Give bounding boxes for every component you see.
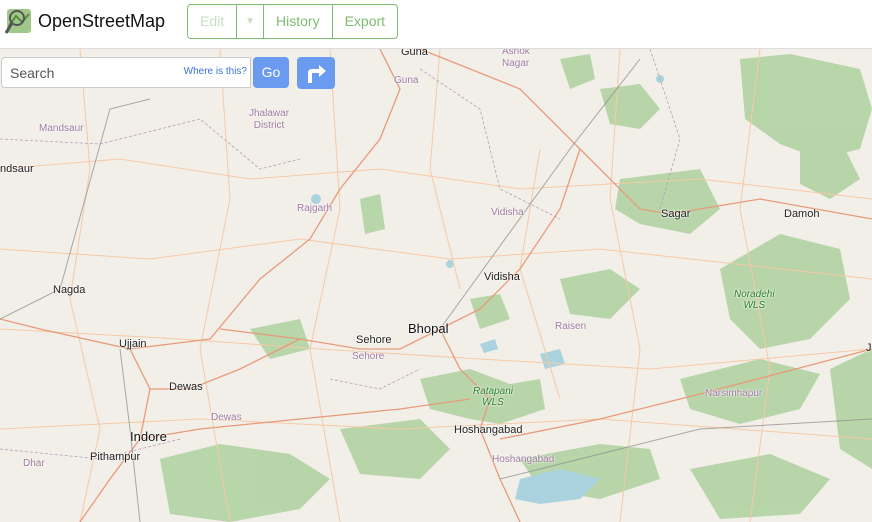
map-label-vidisha-district: Vidisha [491, 207, 524, 218]
edit-dropdown-chevron-icon[interactable]: ▼ [237, 5, 265, 38]
map-label-indore: Indore [130, 429, 167, 444]
map-label-ashok-nagar: Ashok Nagar [502, 49, 530, 69]
nav-button-group: Edit ▼ History Export [187, 4, 399, 39]
map-label-guna: Guna [401, 49, 428, 58]
directions-button[interactable] [297, 57, 335, 89]
map-label-vidisha: Vidisha [484, 271, 520, 283]
edit-button[interactable]: Edit [188, 5, 238, 38]
map-label-noradehi-wls: Noradehi WLS [734, 289, 775, 311]
map-label-narsimhapur: Narsimhapur [705, 388, 763, 399]
map-label-dewas-district: Dewas [211, 412, 242, 423]
map-label-pithampur: Pithampur [90, 451, 141, 463]
map-label-hoshangabad: Hoshangabad [454, 424, 523, 436]
search-input[interactable] [2, 58, 182, 87]
map-label-raisen: Raisen [555, 321, 587, 332]
map-label-dewas: Dewas [169, 381, 203, 393]
map-label-edge-j: J [866, 342, 872, 354]
map-label-sehore-district: Sehore [352, 351, 385, 362]
map-label-ratapani-wls: Ratapani WLS [473, 386, 514, 408]
map-view[interactable]: Where is this? Go Guna Guna Ashok Nagar … [0, 49, 872, 522]
osm-logo-icon[interactable] [4, 6, 34, 36]
map-label-damoh: Damoh [784, 208, 820, 220]
map-label-hoshangabad-district: Hoshangabad [492, 454, 555, 465]
map-label-sagar: Sagar [661, 208, 691, 220]
map-label-jhalawar-district: Jhalawar District [249, 108, 290, 131]
map-label-mandsaur: ndsaur [0, 163, 34, 175]
search-box: Where is this? [1, 57, 251, 88]
map-label-rajgarh: Rajgarh [297, 203, 333, 214]
map-label-ujjain: Ujjain [119, 338, 147, 350]
map-label-mandsaur-district: Mandsaur [39, 123, 84, 134]
map-label-dhar: Dhar [23, 458, 45, 469]
brand-title[interactable]: OpenStreetMap [38, 11, 165, 32]
map-label-sehore: Sehore [356, 334, 392, 346]
map-label-guna-district: Guna [394, 75, 419, 86]
top-navbar: OpenStreetMap Edit ▼ History Export [0, 0, 872, 49]
history-button[interactable]: History [264, 5, 333, 38]
directions-arrow-icon [308, 65, 326, 83]
map-label-bhopal: Bhopal [408, 321, 449, 336]
go-button[interactable]: Go [253, 57, 289, 88]
where-is-this-link[interactable]: Where is this? [184, 66, 247, 77]
export-button[interactable]: Export [333, 5, 397, 38]
map-label-nagda: Nagda [53, 284, 86, 296]
